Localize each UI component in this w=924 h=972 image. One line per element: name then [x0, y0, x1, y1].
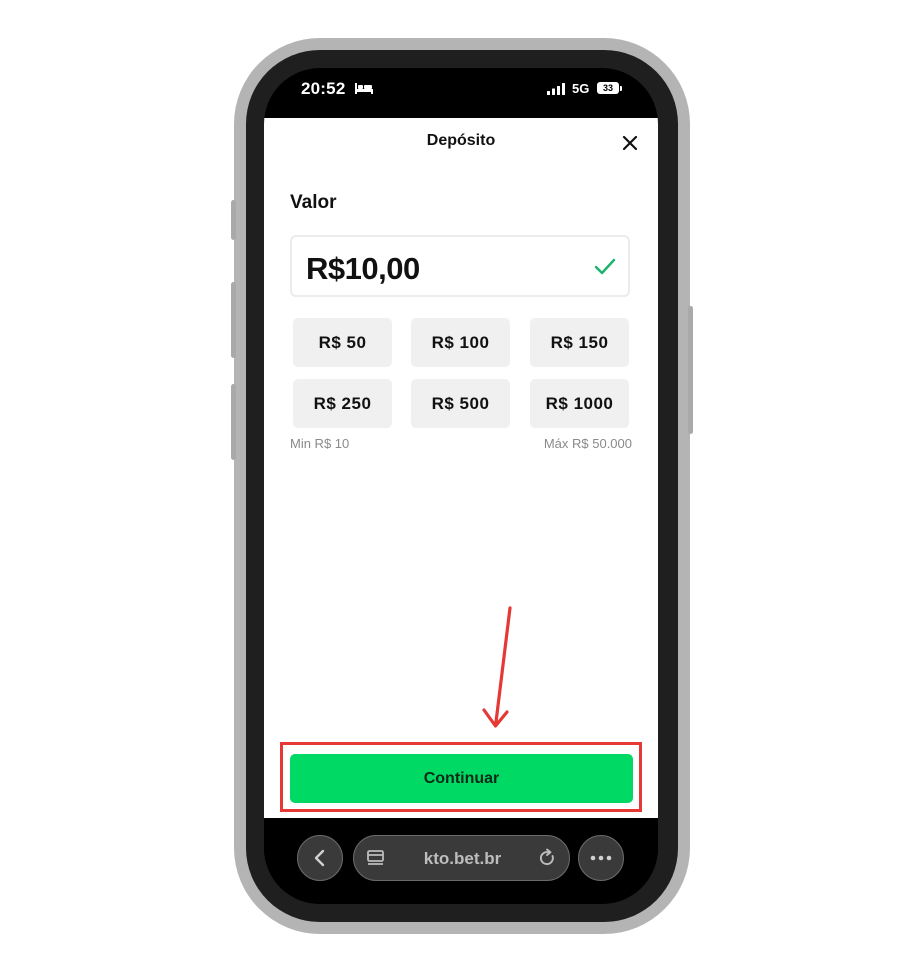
- back-button[interactable]: [297, 835, 343, 881]
- back-icon: [314, 849, 325, 867]
- close-icon[interactable]: [620, 133, 640, 153]
- battery-icon: 33: [597, 82, 619, 94]
- battery-cap: [620, 86, 622, 91]
- quick-amount-150[interactable]: R$ 150: [530, 318, 629, 367]
- modal-title: Depósito: [426, 132, 496, 149]
- amount-label: Valor: [290, 192, 337, 213]
- max-amount-hint: Máx R$ 50.000: [543, 436, 632, 451]
- address-bar[interactable]: kto.bet.br: [353, 835, 570, 881]
- more-button[interactable]: [578, 835, 624, 881]
- more-icon: [590, 855, 612, 861]
- status-time: 20:52: [301, 79, 346, 98]
- status-bar: 20:52 5G 33: [264, 68, 658, 118]
- side-button-volume-up: [231, 282, 236, 358]
- quick-amount-250[interactable]: R$ 250: [293, 379, 392, 428]
- quick-amount-500[interactable]: R$ 500: [411, 379, 510, 428]
- side-button-volume-down: [231, 384, 236, 460]
- reload-icon[interactable]: [537, 848, 557, 868]
- continue-button[interactable]: Continuar: [290, 754, 633, 803]
- side-button-silent: [231, 200, 236, 240]
- signal-icon: [547, 83, 565, 95]
- quick-amount-50[interactable]: R$ 50: [293, 318, 392, 367]
- check-icon: [594, 258, 616, 275]
- phone-screen: 20:52 5G 33 Depósito Valor R$10,00 R$ 50…: [264, 68, 658, 904]
- browser-toolbar: kto.bet.br: [264, 818, 658, 904]
- quick-amount-100[interactable]: R$ 100: [411, 318, 510, 367]
- amount-input[interactable]: R$10,00: [290, 235, 630, 297]
- amount-value[interactable]: R$10,00: [306, 251, 420, 287]
- annotation-arrow: [482, 606, 512, 728]
- bed-icon: [355, 83, 373, 94]
- network-label: 5G: [572, 81, 590, 96]
- min-amount-hint: Min R$ 10: [290, 436, 350, 451]
- quick-amount-1000[interactable]: R$ 1000: [530, 379, 629, 428]
- deposit-modal: Depósito Valor R$10,00 R$ 50 R$ 100 R$ 1…: [264, 118, 658, 818]
- side-button-power: [688, 306, 693, 434]
